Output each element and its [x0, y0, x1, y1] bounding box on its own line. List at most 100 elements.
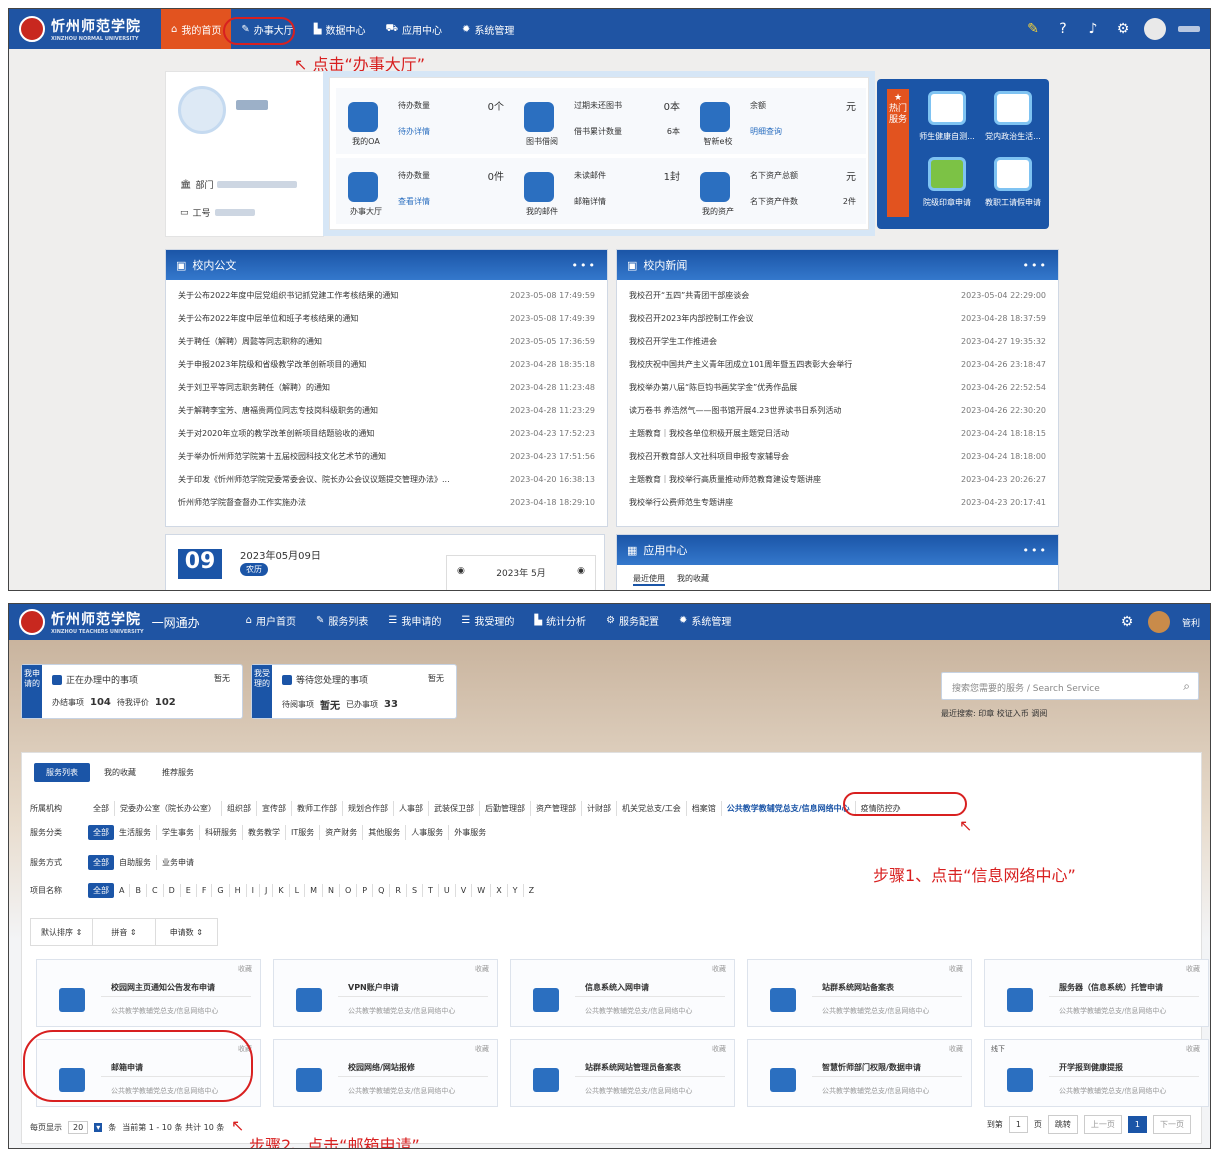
- filter-option[interactable]: 机关党总支/工会: [617, 801, 687, 816]
- menu-my-accepted[interactable]: ☰ 我受理的: [451, 604, 524, 638]
- notice-row[interactable]: 关于对2020年立项的教学改革创新项目结题验收的通知 2023-04-23 17:…: [166, 422, 607, 445]
- filter-option[interactable]: K: [273, 884, 290, 897]
- my-applied-box[interactable]: 我申请的 正在办理中的事项 暂无 办结事项 104 待我评价 102: [21, 664, 243, 719]
- hot-item[interactable]: 师生健康自测...: [917, 91, 977, 151]
- stat-l2[interactable]: 待办详情: [398, 126, 430, 137]
- my-accepted-box[interactable]: 我受理的 等待您处理的事项 暂无 待阅事项 暂无 已办事项 33: [251, 664, 457, 719]
- news-row[interactable]: 我校召开“五四”共青团干部座谈会 2023-05-04 22:29:00: [617, 284, 1058, 307]
- avatar[interactable]: [1144, 18, 1166, 40]
- filter-option[interactable]: 教务教学: [243, 825, 286, 840]
- filter-option[interactable]: 人事服务: [406, 825, 450, 840]
- notice-title[interactable]: 关于印发《忻州师范学院党委常委会议、院长办公会议议题提交管理办法》...: [178, 474, 450, 485]
- notice-title[interactable]: 关于举办忻州师范学院第十五届校园科技文化艺术节的通知: [178, 451, 386, 462]
- filter-option[interactable]: 全部: [88, 825, 114, 840]
- service-name[interactable]: 校园网络/网站报修: [348, 1062, 415, 1073]
- tab-recommended[interactable]: 推荐服务: [150, 763, 206, 782]
- goto-page-input[interactable]: 1: [1008, 1116, 1028, 1133]
- notice-row[interactable]: 忻州师范学院督查督办工作实施办法 2023-04-18 18:29:10: [166, 491, 607, 514]
- filter-option[interactable]: 其他服务: [363, 825, 407, 840]
- stat-l2[interactable]: 查看详情: [398, 196, 430, 207]
- filter-option[interactable]: Q: [373, 884, 391, 897]
- next-page-button[interactable]: 下一页: [1153, 1115, 1191, 1134]
- menu-system-admin[interactable]: ✹ 系统管理: [452, 9, 524, 49]
- favorite-button[interactable]: 收藏: [1186, 1044, 1200, 1054]
- page-size-select[interactable]: 20: [68, 1121, 89, 1134]
- recent-item[interactable]: 校证入币: [997, 709, 1029, 718]
- current-page[interactable]: 1: [1127, 1116, 1147, 1133]
- sort-default[interactable]: 默认排序 ⇕: [31, 919, 94, 945]
- settings-icon[interactable]: ⚙: [1114, 20, 1132, 38]
- news-row[interactable]: 我校召开2023年内部控制工作会议 2023-04-28 18:37:59: [617, 307, 1058, 330]
- stat-service-hall[interactable]: 办事大厅 待办数量 0件 查看详情: [336, 158, 514, 224]
- news-row[interactable]: 我校召开教育部人文社科项目申报专家辅导会 2023-04-24 18:18:00: [617, 445, 1058, 468]
- news-title[interactable]: 主题教育｜我校举行高质量推动师范教育建设专题讲座: [629, 474, 821, 485]
- menu-home[interactable]: ⌂ 我的首页: [161, 9, 232, 49]
- notice-title[interactable]: 关于申报2023年院级和省级教学改革创新项目的通知: [178, 359, 366, 370]
- favorite-button[interactable]: 收藏: [1186, 964, 1200, 974]
- filter-option[interactable]: A: [114, 884, 131, 897]
- notice-row[interactable]: 关于印发《忻州师范学院党委常委会议、院长办公会议议题提交管理办法》... 2023…: [166, 468, 607, 491]
- filter-option[interactable]: 自助服务: [114, 855, 157, 870]
- filter-option[interactable]: D: [164, 884, 181, 897]
- tab-favorites[interactable]: 我的收藏: [677, 573, 709, 586]
- search-icon[interactable]: ⌕: [1183, 679, 1190, 694]
- filter-option[interactable]: 科研服务: [200, 825, 243, 840]
- service-name[interactable]: 站群系统网站备案表: [822, 982, 894, 993]
- notice-title[interactable]: 关于刘卫平等同志职务聘任（解聘）的通知: [178, 382, 330, 393]
- service-name[interactable]: 校园网主页通知公告发布申请: [111, 982, 215, 993]
- news-title[interactable]: 读万卷书 养浩然气——图书馆开展4.23世界读书日系列活动: [629, 405, 841, 416]
- service-name[interactable]: 站群系统网站管理员备案表: [585, 1062, 681, 1073]
- news-title[interactable]: 我校举办第八届“陈巨钧书画奖学金”优秀作品展: [629, 382, 797, 393]
- jump-button[interactable]: 跳转: [1047, 1115, 1078, 1134]
- filter-option[interactable]: 后勤管理部: [480, 801, 531, 816]
- filter-option[interactable]: 武装保卫部: [429, 801, 480, 816]
- filter-option[interactable]: B: [130, 884, 147, 897]
- service-name[interactable]: 智慧忻师部门权限/数据申请: [822, 1062, 921, 1073]
- recent-item[interactable]: 印章: [978, 709, 994, 718]
- filter-option[interactable]: E: [181, 884, 197, 897]
- stat-ecard[interactable]: 智新e校 余额 元 明细查询: [688, 88, 866, 154]
- news-row[interactable]: 我校召开学生工作推进会 2023-04-27 19:35:32: [617, 330, 1058, 353]
- settings-icon[interactable]: ⚙: [1118, 613, 1136, 631]
- note-icon[interactable]: ✎: [1024, 20, 1042, 38]
- favorite-button[interactable]: 收藏: [712, 964, 726, 974]
- hot-item[interactable]: 院级印章申请: [917, 157, 977, 217]
- notice-row[interactable]: 关于刘卫平等同志职务聘任（解聘）的通知 2023-04-28 11:23:48: [166, 376, 607, 399]
- filter-option[interactable]: P: [357, 884, 374, 897]
- service-card[interactable]: 收藏 站群系统网站管理员备案表 公共教学教辅党总支/信息网络中心: [510, 1039, 735, 1107]
- filter-option[interactable]: X: [491, 884, 508, 897]
- recent-item[interactable]: 调阅: [1031, 709, 1047, 718]
- news-row[interactable]: 我校庆祝中国共产主义青年团成立101周年暨五四表彰大会举行 2023-04-26 …: [617, 353, 1058, 376]
- stat-l2[interactable]: 明细查询: [750, 126, 782, 137]
- notice-title[interactable]: 关于公布2022年度中层单位和班子考核结果的通知: [178, 313, 358, 324]
- service-name[interactable]: 服务器（信息系统）托管申请: [1059, 982, 1163, 993]
- menu-statistics[interactable]: ▙ 统计分析: [524, 604, 596, 638]
- stat-mail[interactable]: 我的邮件 未读邮件 1封 邮箱详情: [512, 158, 690, 224]
- news-title[interactable]: 我校举行公费师范生专题讲座: [629, 497, 733, 508]
- filter-option[interactable]: W: [472, 884, 492, 897]
- help-icon[interactable]: ?: [1054, 20, 1072, 38]
- notice-title[interactable]: 忻州师范学院督查督办工作实施办法: [178, 497, 306, 508]
- filter-option[interactable]: 计财部: [582, 801, 617, 816]
- notice-row[interactable]: 关于公布2022年度中层党组织书记抓党建工作考核结果的通知 2023-05-08 …: [166, 284, 607, 307]
- notice-title[interactable]: 关于公布2022年度中层党组织书记抓党建工作考核结果的通知: [178, 290, 398, 301]
- filter-option[interactable]: 党委办公室（院长办公室）: [115, 801, 222, 816]
- filter-option[interactable]: 资产财务: [320, 825, 364, 840]
- favorite-button[interactable]: 收藏: [712, 1044, 726, 1054]
- sort-count[interactable]: 申请数 ⇕: [156, 919, 217, 945]
- filter-option[interactable]: IT服务: [286, 825, 321, 840]
- filter-option[interactable]: 规划合作部: [343, 801, 394, 816]
- filter-option[interactable]: 学生事务: [157, 825, 200, 840]
- news-title[interactable]: 我校召开教育部人文社科项目申报专家辅导会: [629, 451, 789, 462]
- filter-option[interactable]: 人事部: [394, 801, 429, 816]
- news-title[interactable]: 我校召开学生工作推进会: [629, 336, 717, 347]
- service-card[interactable]: 收藏 站群系统网站备案表 公共教学教辅党总支/信息网络中心: [747, 959, 972, 1027]
- notice-row[interactable]: 关于举办忻州师范学院第十五届校园科技文化艺术节的通知 2023-04-23 17:…: [166, 445, 607, 468]
- menu-system-admin[interactable]: ✹ 系统管理: [669, 604, 741, 638]
- news-title[interactable]: 我校庆祝中国共产主义青年团成立101周年暨五四表彰大会举行: [629, 359, 852, 370]
- news-row[interactable]: 我校举行公费师范生专题讲座 2023-04-23 20:17:41: [617, 491, 1058, 514]
- notice-row[interactable]: 关于聘任（解聘）周懿等同志职称的通知 2023-05-05 17:36:59: [166, 330, 607, 353]
- more-icon[interactable]: •••: [1023, 544, 1048, 557]
- service-card[interactable]: 收藏 智慧忻师部门权限/数据申请 公共教学教辅党总支/信息网络中心: [747, 1039, 972, 1107]
- filter-option[interactable]: 组织部: [222, 801, 257, 816]
